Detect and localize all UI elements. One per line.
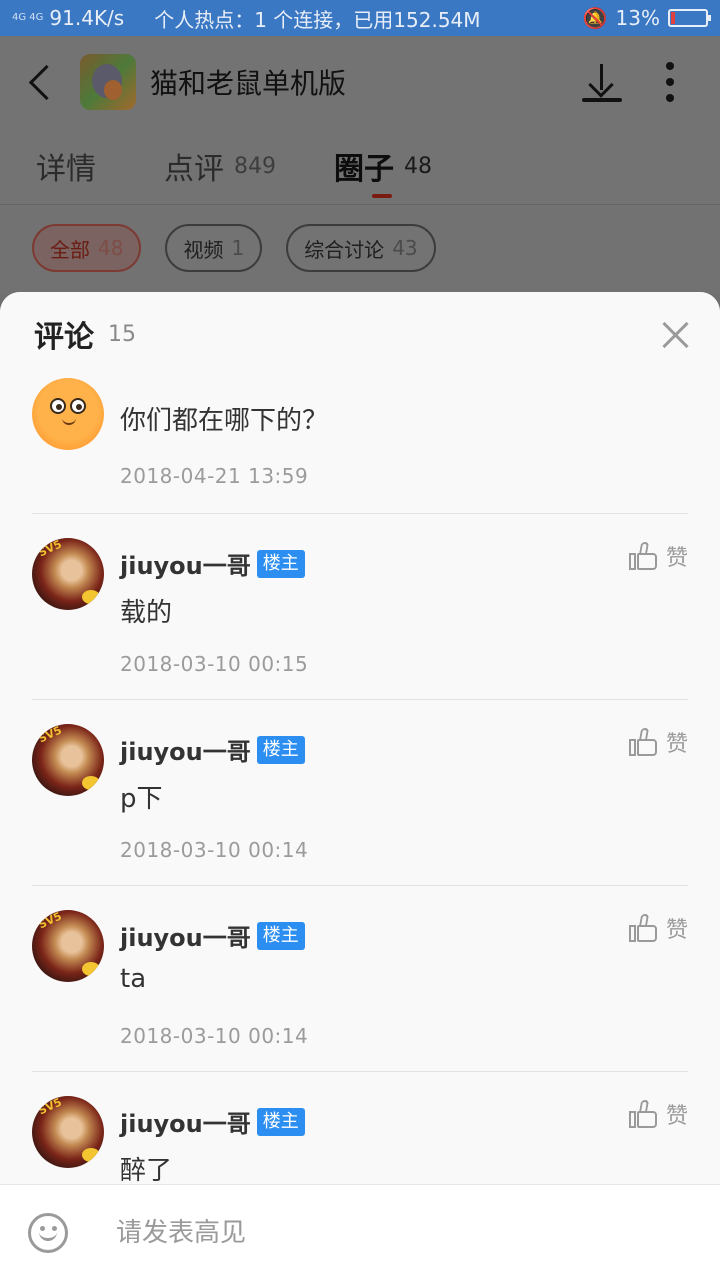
owner-badge: 楼主: [256, 549, 305, 578]
network-speed: 91.4K/s: [49, 6, 125, 30]
thumbs-up-icon: [628, 1099, 658, 1129]
thumbs-up-icon: [628, 541, 658, 571]
tab-details[interactable]: 详情: [36, 128, 106, 204]
status-bar: 4G 4G 91.4K/s 个人热点：1 个连接，已用152.54M 🔕 13%: [0, 0, 720, 36]
comment-input-bar: [0, 1184, 720, 1280]
username-row: jiuyou一哥 楼主: [120, 732, 305, 767]
avatar[interactable]: [32, 538, 104, 610]
game-icon: [80, 54, 136, 110]
battery-percent: 13%: [615, 6, 660, 30]
username[interactable]: jiuyou一哥: [120, 546, 251, 581]
signal-icon: 4G 4G: [12, 12, 44, 23]
active-tab-indicator: [372, 194, 392, 198]
avatar[interactable]: [32, 724, 104, 796]
thumbs-up-icon: [628, 727, 658, 757]
owner-badge: 楼主: [256, 1107, 305, 1136]
thumbs-up-icon: [628, 913, 658, 943]
username[interactable]: jiuyou一哥: [120, 1104, 251, 1139]
hotspot-status: 个人热点：1 个连接，已用152.54M: [154, 7, 481, 32]
chip-label: 综合讨论: [304, 237, 385, 262]
avatar[interactable]: [32, 1096, 104, 1168]
username[interactable]: jiuyou一哥: [120, 918, 251, 953]
battery-icon: [668, 9, 711, 27]
like-label: 赞: [665, 732, 688, 757]
app-title: 猫和老鼠单机版: [150, 67, 347, 100]
username-row: jiuyou一哥 楼主: [120, 918, 305, 953]
tab-circle[interactable]: 圈子 48: [334, 128, 432, 204]
sheet-title: 评论: [34, 320, 94, 355]
app-header: 猫和老鼠单机版: [0, 36, 720, 128]
filter-chip-video[interactable]: 视频 1: [165, 224, 263, 272]
filter-chip-discussion[interactable]: 综合讨论 43: [286, 224, 436, 272]
comment-content: 载的: [120, 598, 173, 628]
username-row: jiuyou一哥 楼主: [120, 1104, 305, 1139]
sheet-header: 评论 15: [0, 292, 720, 376]
tab-label: 详情: [36, 152, 96, 187]
like-button[interactable]: 赞: [628, 1098, 688, 1130]
username[interactable]: jiuyou一哥: [120, 732, 251, 767]
status-right: 🔕 13%: [582, 6, 711, 30]
tab-count: 849: [234, 153, 276, 179]
list-item: jiuyou一哥 楼主 赞 ta 2018-03-10 00:14: [0, 886, 720, 1072]
owner-badge: 楼主: [256, 921, 305, 950]
more-icon[interactable]: [660, 60, 680, 104]
tab-reviews[interactable]: 点评 849: [164, 128, 276, 204]
like-label: 赞: [665, 1104, 688, 1129]
back-icon[interactable]: [24, 62, 64, 102]
close-icon[interactable]: [660, 320, 690, 350]
comment-input[interactable]: [116, 1217, 656, 1248]
list-item: 你们都在哪下的？ 2018-04-21 13:59: [0, 376, 720, 514]
list-item: jiuyou一哥 楼主 赞 载的 2018-03-10 00:15: [0, 514, 720, 700]
comment-content: 醉了: [120, 1156, 173, 1184]
comment-content: 你们都在哪下的？: [120, 406, 329, 436]
download-icon[interactable]: [580, 60, 624, 104]
comment-time: 2018-04-21 13:59: [120, 464, 309, 488]
comment-time: 2018-03-10 00:15: [120, 652, 309, 676]
like-label: 赞: [665, 546, 688, 571]
filter-chip-all[interactable]: 全部 48: [32, 224, 142, 272]
comment-count: 15: [108, 321, 136, 347]
chip-label: 视频: [183, 237, 224, 262]
battery-fill: [671, 12, 675, 24]
like-button[interactable]: 赞: [628, 912, 688, 944]
owner-badge: 楼主: [256, 735, 305, 764]
comment-time: 2018-03-10 00:14: [120, 838, 309, 862]
mute-bell-icon: 🔕: [582, 6, 608, 30]
avatar[interactable]: [32, 378, 104, 450]
smile-icon[interactable]: [28, 1212, 68, 1253]
chip-count: 1: [231, 236, 245, 260]
chip-label: 全部: [50, 237, 90, 262]
tab-count: 48: [404, 153, 432, 179]
tab-label: 点评: [164, 152, 224, 187]
comment-content: p下: [120, 784, 163, 814]
comment-content: ta: [120, 964, 147, 994]
comment-time: 2018-03-10 00:14: [120, 1024, 309, 1048]
username-row: jiuyou一哥 楼主: [120, 546, 305, 581]
list-item: jiuyou一哥 楼主 赞 醉了: [0, 1072, 720, 1184]
chip-count: 43: [392, 236, 418, 260]
filter-chips: 全部 48 视频 1 综合讨论 43: [32, 224, 436, 272]
chip-count: 48: [98, 236, 124, 260]
like-button[interactable]: 赞: [628, 726, 688, 758]
tab-bar: 详情 点评 849 圈子 48: [0, 128, 720, 204]
tab-label: 圈子: [334, 152, 394, 187]
like-button[interactable]: 赞: [628, 540, 688, 572]
list-item: jiuyou一哥 楼主 赞 p下 2018-03-10 00:14: [0, 700, 720, 886]
like-label: 赞: [665, 918, 688, 943]
avatar[interactable]: [32, 910, 104, 982]
comment-sheet: 评论 15 你们都在哪下的？ 2018-04-21 13:59 jiuyou一哥…: [0, 292, 720, 1280]
comment-list[interactable]: 你们都在哪下的？ 2018-04-21 13:59 jiuyou一哥 楼主 赞 …: [0, 376, 720, 1184]
